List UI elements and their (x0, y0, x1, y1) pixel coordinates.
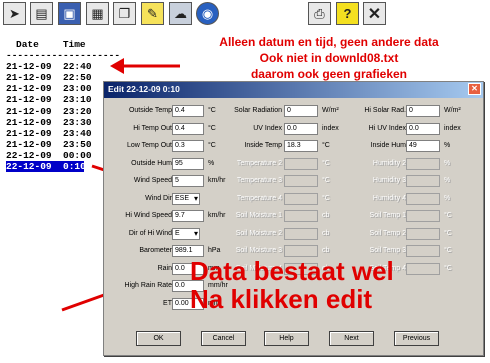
outside-temp-label: Outside Temp (128, 107, 172, 114)
wind-speed-label: Wind Speed (133, 177, 172, 184)
temperature-4-unit: °C (322, 194, 330, 202)
humidity-4-label: Humidity 4 (372, 194, 406, 202)
uv-index-field[interactable]: 0.0 (284, 122, 318, 135)
barometer-label: Barometer (139, 247, 172, 254)
outside-hum-label: Outside Hum (131, 159, 172, 167)
temperature-3-label: Temperature 3 (236, 177, 282, 184)
et-label: ET (163, 299, 172, 307)
hi-temp-out-label: Hi Temp Out (133, 124, 172, 132)
soil-temp-2-label: Soil Temp 2 (369, 229, 406, 237)
dir-of-hi-wind-label: Dir of Hi Wind (128, 229, 172, 237)
outside-hum-field[interactable]: 95 (172, 157, 204, 170)
annotation-line: Ook niet in downld08.txt (259, 51, 399, 65)
soil-temp-4-field (406, 262, 440, 275)
annotation-bottom-line2: Na klikken edit (190, 284, 373, 314)
soil-temp-1-unit: °C (444, 212, 452, 219)
low-temp-out-label: Low Temp Out (126, 142, 172, 149)
solar-radiation-field[interactable]: 0 (284, 105, 318, 117)
humidity-3-label: Humidity 3 (372, 177, 406, 184)
soil-moisture-1-unit: cb (322, 212, 330, 219)
dir-of-hi-wind-field[interactable]: E ▾ (172, 227, 200, 240)
temperature-3-field (284, 175, 318, 187)
chevron-down-icon[interactable]: ▾ (194, 229, 198, 239)
inside-hum-field[interactable]: 49 (406, 140, 440, 152)
inside-temp-unit: °C (322, 142, 330, 149)
soil-moisture-2-label: Soil Moisture 2 (235, 229, 282, 237)
inside-hum-label: Inside Hum (370, 142, 406, 149)
outside-temp-field[interactable]: 0.4 (172, 105, 204, 117)
annotation-top: Alleen datum en tijd, geen andere data O… (170, 34, 488, 82)
temperature-3-unit: °C (322, 177, 330, 184)
close-icon[interactable]: ✕ (468, 83, 481, 95)
wind-dir-field[interactable]: ESE ▾ (172, 192, 200, 205)
hi-uv-index-label: Hi UV Index (368, 124, 406, 132)
humidity-3-unit: % (444, 177, 451, 184)
ok-button[interactable]: OK (136, 331, 181, 346)
hi-solar-rad--label: Hi Solar Rad. (364, 107, 406, 114)
soil-moisture-1-field (284, 210, 318, 222)
high-rain-rate-label: High Rain Rate (124, 282, 172, 289)
temperature-4-label: Temperature 4 (236, 194, 282, 202)
annotation-line: Alleen datum en tijd, geen andere data (219, 35, 439, 49)
previous-button[interactable]: Previous (394, 331, 439, 346)
soil-temp-3-unit: °C (444, 247, 452, 254)
solar-radiation-label: Solar Radiation (234, 107, 282, 114)
chevron-down-icon[interactable]: ▾ (194, 194, 198, 204)
humidity-2-label: Humidity 2 (372, 159, 406, 167)
soil-temp-4-unit: °C (444, 264, 452, 272)
hi-temp-out-field[interactable]: 0.4 (172, 122, 204, 135)
inside-temp-label: Inside Temp (244, 142, 282, 149)
uv-index-label: UV Index (253, 124, 282, 132)
wind-speed-field[interactable]: 5 (172, 175, 204, 187)
humidity-4-field (406, 192, 440, 205)
dialog-title: Edit 22-12-09 0:10 (108, 84, 180, 94)
soil-moisture-3-label: Soil Moisture 3 (235, 247, 282, 254)
temperature-2-unit: °C (322, 159, 330, 167)
next-button[interactable]: Next (329, 331, 374, 346)
inside-temp-field[interactable]: 18.3 (284, 140, 318, 152)
humidity-3-field (406, 175, 440, 187)
soil-temp-2-field (406, 227, 440, 240)
low-temp-out-field[interactable]: 0.3 (172, 140, 204, 152)
soil-temp-3-field (406, 245, 440, 257)
dialog-titlebar: Edit 22-12-09 0:10 ✕ (104, 82, 483, 98)
soil-moisture-2-field (284, 227, 318, 240)
hi-solar-rad--unit: W/m² (444, 107, 461, 114)
hi-uv-index-field[interactable]: 0.0 (406, 122, 440, 135)
inside-hum-unit: % (444, 142, 451, 149)
humidity-2-field (406, 157, 440, 170)
temperature-2-field (284, 157, 318, 170)
humidity-4-unit: % (444, 194, 451, 202)
humidity-2-unit: % (444, 159, 451, 167)
temperature-2-label: Temperature 2 (236, 159, 282, 167)
help-button[interactable]: Help (264, 331, 309, 346)
cancel-button[interactable]: Cancel (201, 331, 246, 346)
soil-moisture-1-label: Soil Moisture 1 (235, 212, 282, 219)
wind-dir-label: Wind Dir (145, 194, 172, 202)
temperature-4-field (284, 192, 318, 205)
edit-dialog: Edit 22-12-09 0:10 ✕ Outside Temp 0.4 °C Hi… (103, 81, 484, 356)
rain-label: Rain (157, 264, 172, 272)
hi-uv-index-unit: index (444, 124, 461, 132)
hi-wind-speed-field[interactable]: 9.7 (172, 210, 204, 222)
annotation-bottom-line1: Data bestaat wel (190, 256, 394, 286)
soil-temp-1-label: Soil Temp 1 (369, 212, 406, 219)
soil-moisture-3-unit: cb (322, 247, 330, 254)
soil-temp-2-unit: °C (444, 229, 452, 237)
annotation-line: daarom ook geen grafieken (250, 67, 408, 81)
soil-moisture-2-unit: cb (322, 229, 330, 237)
soil-temp-1-field (406, 210, 440, 222)
hi-wind-speed-label: Hi Wind Speed (125, 212, 172, 219)
soil-temp-3-label: Soil Temp 3 (369, 247, 406, 254)
hi-solar-rad--field[interactable]: 0 (406, 105, 440, 117)
